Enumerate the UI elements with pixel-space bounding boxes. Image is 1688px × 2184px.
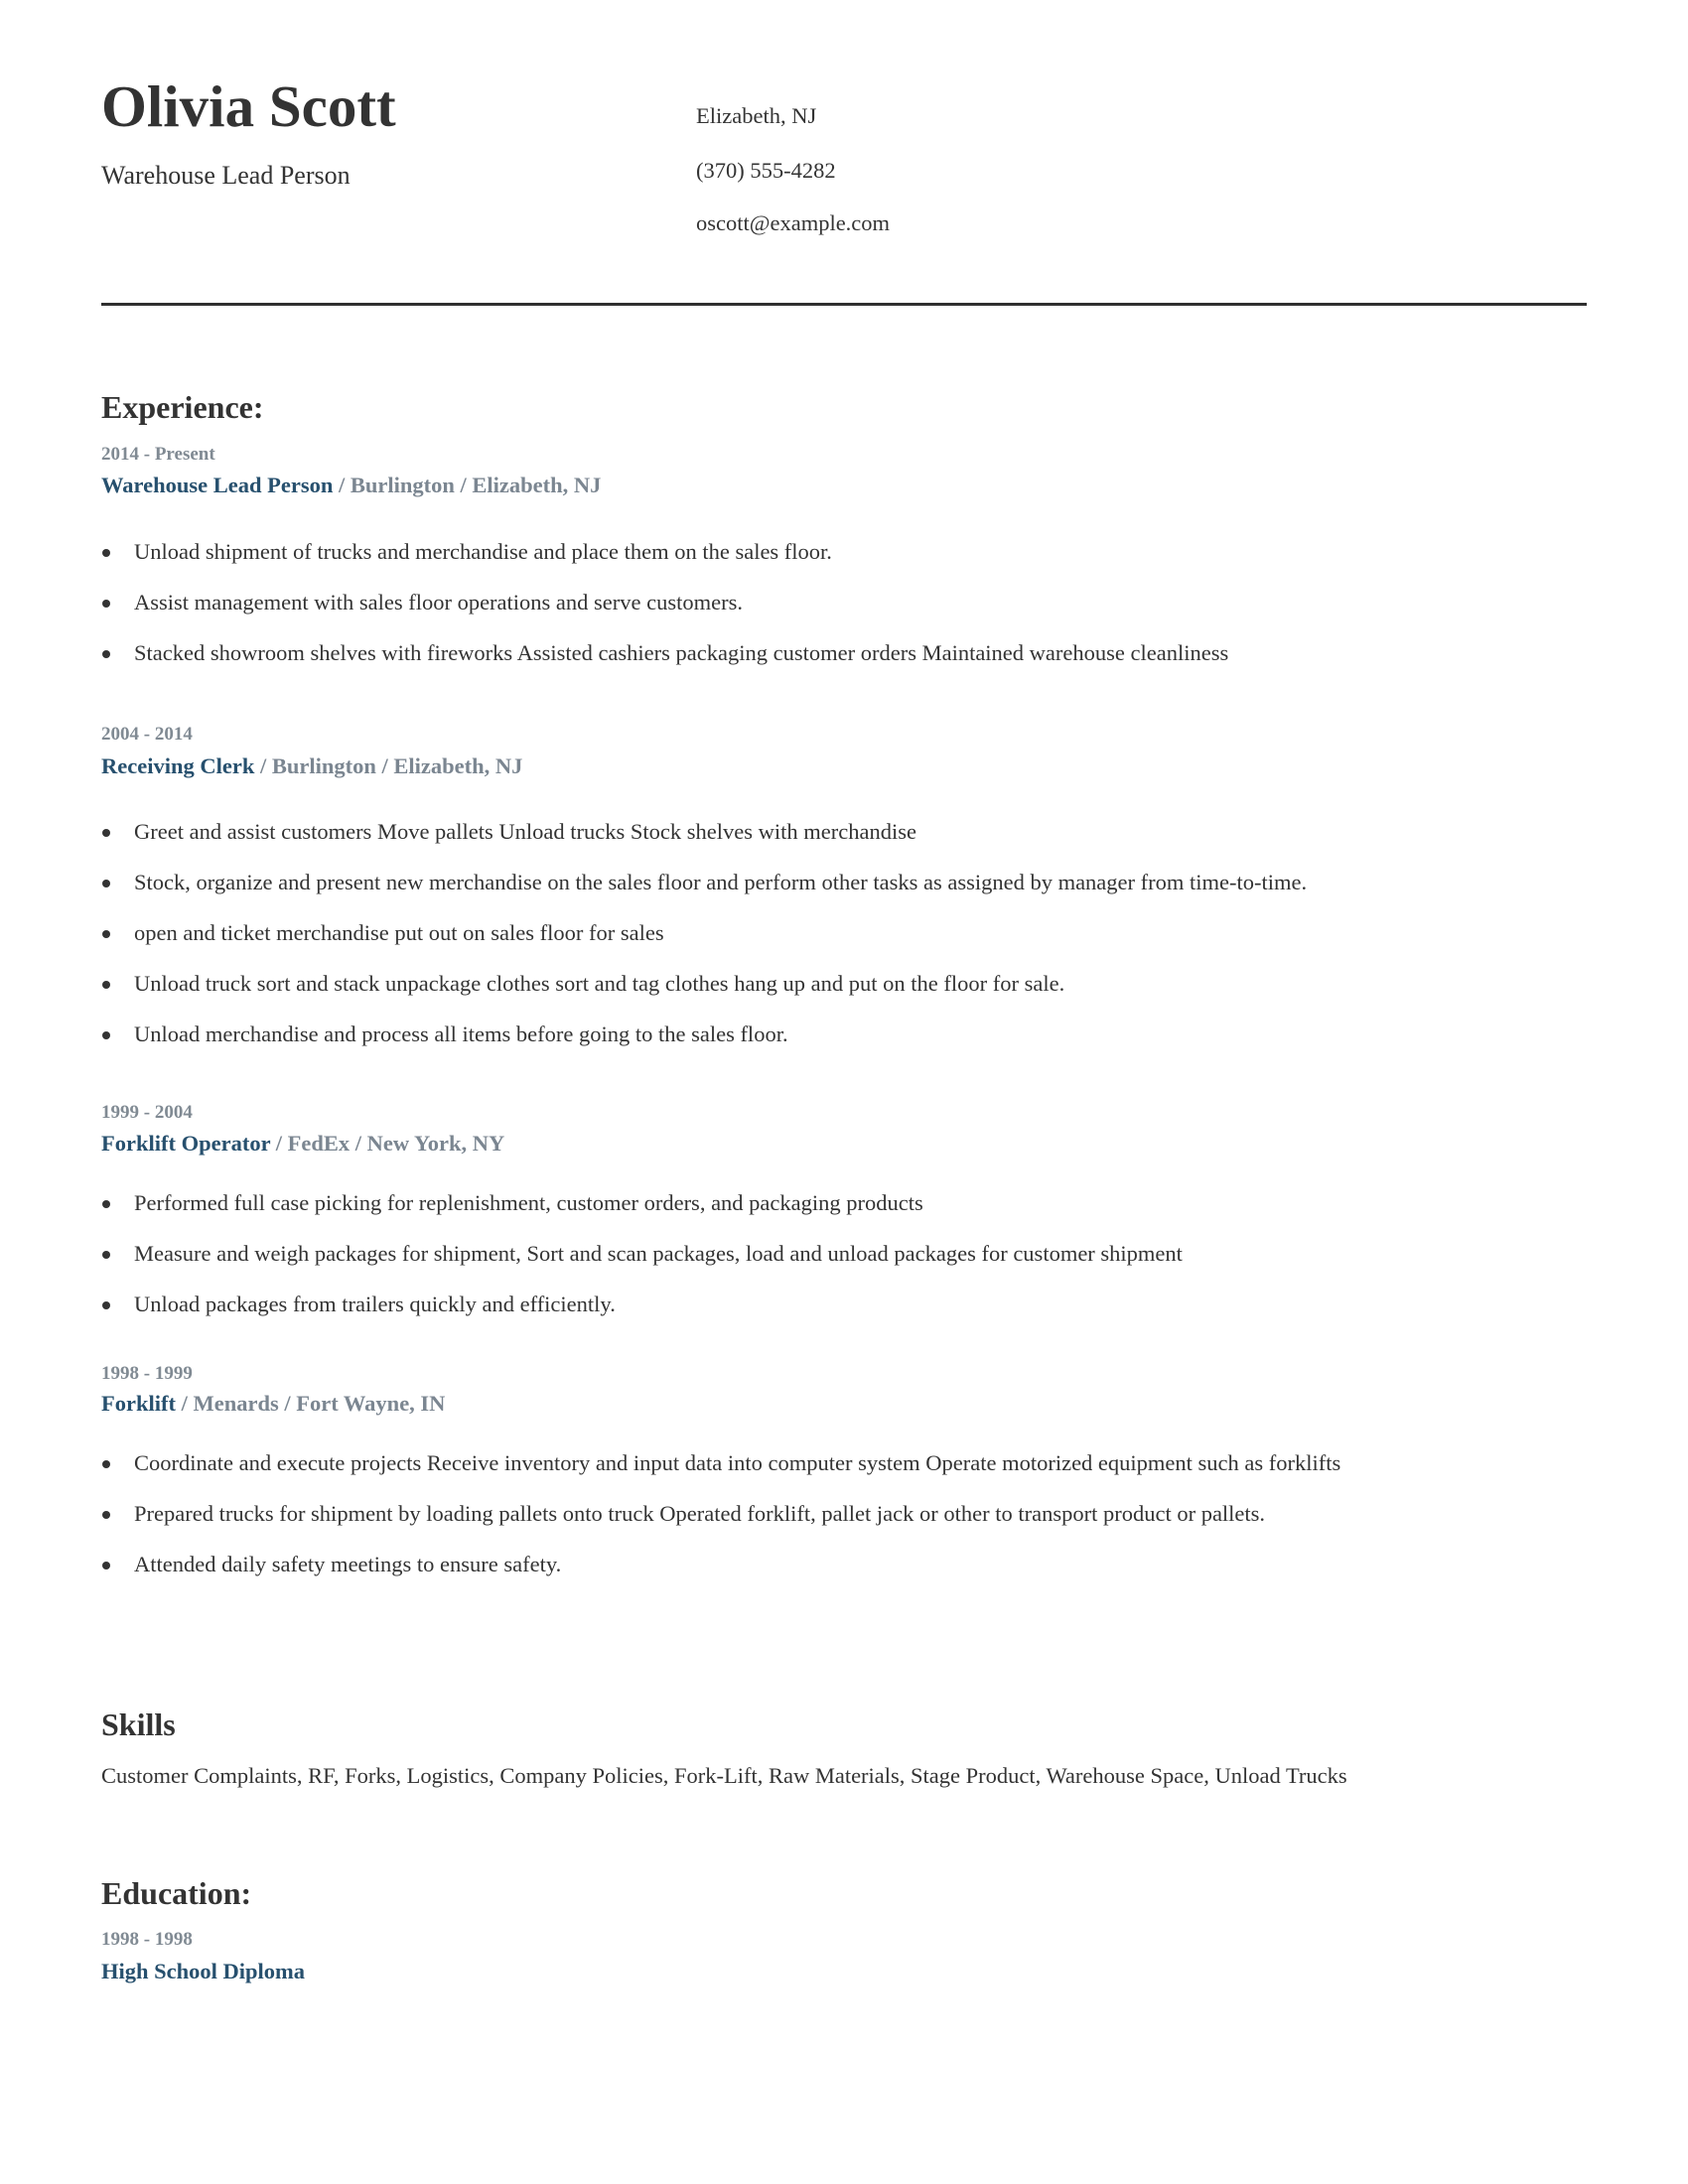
bullet-text: Unload shipment of trucks and merchandis… [134,539,832,564]
bullet-icon [102,1511,110,1519]
bullet-icon [102,930,110,938]
header-divider [101,303,1587,306]
bullet-icon [102,549,110,557]
bullet-text: Attended daily safety meetings to ensure… [134,1552,562,1576]
bullet-text: Unload truck sort and stack unpackage cl… [134,971,1065,996]
bullet-text: Greet and assist customers Move pallets … [134,819,916,844]
contact-email[interactable]: oscott@example.com [696,211,890,235]
bullet-text: Stacked showroom shelves with fireworks … [134,640,1229,665]
bullet-text: Prepared trucks for shipment by loading … [134,1501,1266,1526]
bullet-text: Unload packages from trailers quickly an… [134,1292,616,1316]
skills-list: Customer Complaints, RF, Forks, Logistic… [101,1763,1347,1788]
bullet-icon [102,829,110,837]
candidate-headline: Warehouse Lead Person [101,161,351,190]
candidate-name: Olivia Scott [101,73,396,139]
bullet-text: Coordinate and execute projects Receive … [134,1450,1341,1475]
bullet-icon [102,650,110,658]
bullet-icon [102,1562,110,1570]
job-dates: 1999 - 2004 [101,1102,193,1123]
job-company-location: / FedEx / New York, NY [270,1131,505,1156]
bullet-text: Assist management with sales floor opera… [134,590,743,614]
job-role: Forklift Operator [101,1131,271,1156]
bullet-icon [102,1460,110,1468]
job-title: Forklift Operator / FedEx / New York, NY [101,1131,505,1156]
bullet-text: open and ticket merchandise put out on s… [134,920,664,945]
job-dates: 1998 - 1999 [101,1363,193,1384]
job-company-location: / Menards / Fort Wayne, IN [175,1391,446,1416]
job-company-location: / Burlington / Elizabeth, NJ [254,753,523,778]
bullet-icon [102,600,110,608]
bullet-text: Stock, organize and present new merchand… [134,870,1308,894]
job-role: Warehouse Lead Person [101,473,334,497]
contact-phone: (370) 555-4282 [696,158,836,183]
job-title: Forklift / Menards / Fort Wayne, IN [101,1391,446,1416]
bullet-icon [102,1251,110,1259]
bullet-icon [102,981,110,989]
bullet-text: Measure and weigh packages for shipment,… [134,1241,1183,1266]
bullet-icon [102,1200,110,1208]
bullet-icon [102,1301,110,1309]
job-dates: 2014 - Present [101,444,215,465]
bullet-icon [102,1031,110,1039]
job-dates: 2004 - 2014 [101,724,193,745]
job-title: Warehouse Lead Person / Burlington / Eli… [101,473,602,497]
bullet-text: Unload merchandise and process all items… [134,1022,788,1046]
job-role: Forklift [101,1391,176,1416]
job-role: Receiving Clerk [101,753,255,778]
bullet-text: Performed full case picking for replenis… [134,1190,923,1215]
experience-heading: Experience: [101,389,264,425]
education-degree: High School Diploma [101,1959,306,1983]
skills-heading: Skills [101,1706,176,1742]
job-company-location: / Burlington / Elizabeth, NJ [333,473,602,497]
bullet-icon [102,880,110,887]
education-dates: 1998 - 1998 [101,1929,193,1950]
contact-location: Elizabeth, NJ [696,103,817,128]
job-title: Receiving Clerk / Burlington / Elizabeth… [101,753,523,778]
education-heading: Education: [101,1875,252,1911]
